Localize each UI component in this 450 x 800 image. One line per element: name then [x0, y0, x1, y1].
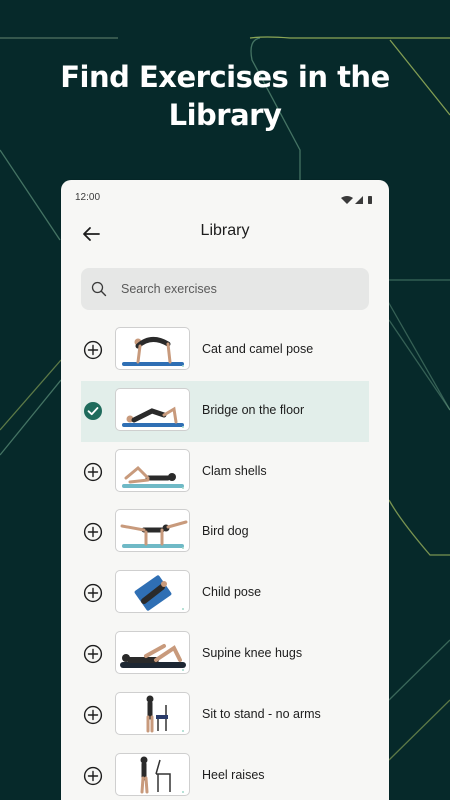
exercise-thumbnail — [115, 387, 190, 431]
exercise-label: Bird dog — [202, 524, 249, 539]
status-time: 12:00 — [75, 192, 101, 203]
exercise-thumbnail — [115, 630, 190, 674]
add-circle-icon[interactable] — [83, 705, 103, 725]
exercise-thumbnail — [115, 448, 190, 492]
exercise-thumbnail — [115, 752, 190, 796]
status-bar: 12:00 — [61, 180, 389, 216]
exercise-list: Cat and camel pose Bridge on the floor C… — [81, 320, 369, 800]
list-item[interactable]: Bird dog — [81, 502, 369, 563]
search-input[interactable] — [121, 268, 361, 310]
add-circle-icon[interactable] — [83, 583, 103, 603]
status-icons — [341, 192, 377, 210]
exercise-thumbnail — [115, 509, 190, 553]
exercise-label: Clam shells — [202, 463, 267, 478]
add-circle-icon[interactable] — [83, 766, 103, 786]
list-item[interactable]: Cat and camel pose — [81, 320, 369, 381]
app-bar-title: Library — [200, 222, 250, 239]
exercise-label: Bridge on the floor — [202, 402, 305, 417]
page-headline: Find Exercises in the Library — [60, 60, 390, 132]
list-item[interactable]: Child pose — [81, 563, 369, 624]
exercise-label: Child pose — [202, 585, 262, 600]
add-circle-icon[interactable] — [83, 644, 103, 664]
exercise-label: Supine knee hugs — [202, 645, 303, 660]
phone-screen: 12:00 Library Search exercises Cat and c… — [61, 180, 389, 800]
add-circle-icon[interactable] — [83, 340, 103, 360]
exercise-thumbnail — [115, 327, 190, 370]
list-item[interactable]: Bridge on the floor — [81, 380, 369, 442]
exercise-label: Heel raises — [202, 767, 265, 782]
signal-icon — [355, 196, 363, 204]
list-item[interactable]: Sit to stand - no arms — [81, 685, 369, 746]
wifi-icon — [341, 196, 353, 204]
exercise-thumbnail — [115, 570, 190, 614]
app-bar: Library — [61, 216, 389, 264]
battery-icon — [368, 196, 372, 204]
search-icon — [91, 281, 107, 297]
exercise-label: Cat and camel pose — [202, 342, 314, 356]
list-item[interactable]: Heel raises — [81, 746, 369, 800]
exercise-thumbnail — [115, 691, 190, 735]
exercise-label: Sit to stand - no arms — [202, 706, 321, 721]
add-circle-icon[interactable] — [83, 462, 103, 482]
checked-icon[interactable] — [83, 401, 103, 421]
add-circle-icon[interactable] — [83, 522, 103, 542]
search-bar[interactable] — [81, 268, 369, 310]
list-item[interactable]: Supine knee hugs — [81, 624, 369, 685]
list-item[interactable]: Clam shells — [81, 442, 369, 503]
